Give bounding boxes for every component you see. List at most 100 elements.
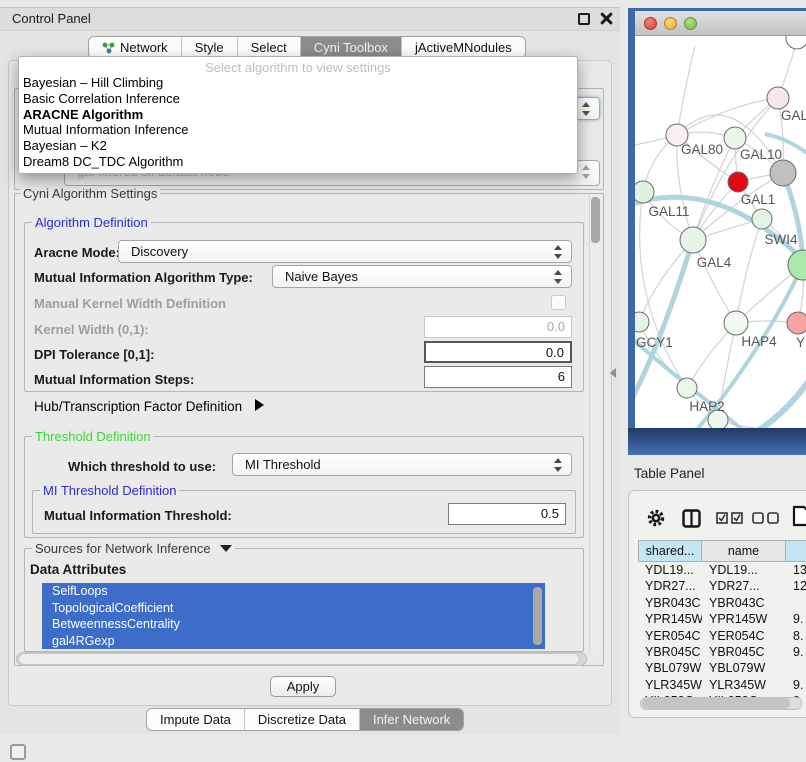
- algorithm-option[interactable]: Dream8 DC_TDC Algorithm: [19, 154, 577, 170]
- hub-definition-expander[interactable]: Hub/Transcription Factor Definition: [34, 399, 264, 414]
- mi-threshold-group-title: MI Threshold Definition: [40, 483, 179, 498]
- network-node[interactable]: [770, 160, 796, 186]
- table-row[interactable]: YBL079WYBL079W: [638, 660, 806, 676]
- which-threshold-value: MI Threshold: [245, 457, 321, 472]
- table-cell: YBR045C: [638, 644, 702, 660]
- data-attribute-item[interactable]: gal4RGexp: [42, 633, 545, 650]
- float-window-icon[interactable]: [578, 13, 590, 25]
- tab-cyni-toolbox[interactable]: Cyni Toolbox: [300, 37, 401, 58]
- table-cell: YBL079W: [638, 660, 702, 676]
- spinner-arrows-icon: [582, 102, 592, 116]
- settings-vertical-scrollbar[interactable]: [589, 195, 602, 652]
- network-node[interactable]: [728, 172, 748, 192]
- table-cell: YER054C: [702, 628, 786, 644]
- tab-style[interactable]: Style: [181, 37, 237, 58]
- table-column-header[interactable]: name: [702, 540, 786, 562]
- dropdown-items: Bayesian – Hill ClimbingBasic Correlatio…: [19, 75, 577, 170]
- mi-steps-label: Mutual Information Steps:: [34, 372, 194, 387]
- select-all-checkboxes-icon[interactable]: [716, 511, 746, 525]
- table-column-header[interactable]: A: [786, 540, 806, 562]
- table-cell: YDR27...: [638, 578, 702, 594]
- table-row[interactable]: YBR043CYBR043C: [638, 595, 806, 611]
- algorithm-option[interactable]: Basic Correlation Inference: [19, 91, 577, 107]
- column-layout-icon[interactable]: [682, 509, 702, 528]
- network-node-label: GAL: [781, 108, 806, 123]
- spinner-arrows-icon: [554, 270, 564, 284]
- network-node[interactable]: [635, 181, 654, 203]
- mi-type-combobox[interactable]: Naive Bayes: [272, 265, 572, 288]
- apply-button[interactable]: Apply: [270, 676, 336, 697]
- manual-kernel-label: Manual Kernel Width Definition: [34, 296, 226, 311]
- network-node[interactable]: [787, 312, 806, 334]
- table-row[interactable]: YPR145WYPR145W9.: [638, 611, 806, 627]
- network-node[interactable]: [724, 311, 748, 335]
- settings-vertical-scrollbar-thumb[interactable]: [591, 197, 600, 243]
- mi-steps-field[interactable]: 6: [424, 366, 572, 388]
- network-icon: [102, 41, 115, 54]
- data-attributes-label: Data Attributes: [30, 562, 126, 577]
- data-attributes-list: SelfLoopsTopologicalCoefficientBetweenne…: [42, 583, 545, 650]
- tab-network[interactable]: Network: [89, 37, 181, 58]
- network-node[interactable]: [677, 378, 697, 398]
- tab-impute-data[interactable]: Impute Data: [147, 709, 244, 730]
- network-node[interactable]: [786, 36, 806, 49]
- dock-grip-icon[interactable]: [10, 744, 26, 760]
- mi-threshold-label: Mutual Information Threshold:: [44, 508, 232, 523]
- algorithm-option[interactable]: Mutual Information Inference: [19, 122, 577, 138]
- network-edge: [639, 240, 693, 322]
- table-column-header[interactable]: shared...: [638, 540, 702, 562]
- network-edge: [640, 192, 687, 388]
- tab-select[interactable]: Select: [237, 37, 300, 58]
- network-node[interactable]: [752, 209, 772, 229]
- zoom-traffic-light-icon[interactable]: [684, 17, 697, 30]
- tab-label: Select: [251, 40, 287, 55]
- network-window-titlebar[interactable]: [635, 11, 806, 36]
- table-cell: YBL079W: [702, 660, 786, 676]
- deselect-all-checkboxes-icon[interactable]: [752, 511, 782, 525]
- table-row[interactable]: YBR045CYBR045C9.: [638, 644, 806, 660]
- table-row[interactable]: YDL19...YDL19...13: [638, 562, 806, 578]
- tab-jactivemnodules[interactable]: jActiveMNodules: [401, 37, 525, 58]
- tab-label: Discretize Data: [258, 712, 346, 727]
- network-edge: [677, 46, 695, 135]
- network-node[interactable]: [635, 312, 649, 332]
- tab-label: jActiveMNodules: [415, 40, 512, 55]
- mi-threshold-field[interactable]: 0.5: [448, 503, 566, 525]
- tab-label: Cyni Toolbox: [314, 40, 388, 55]
- network-node[interactable]: [680, 227, 706, 253]
- algorithm-option[interactable]: Bayesian – K2: [19, 138, 577, 154]
- table-cell: YBR043C: [702, 595, 786, 611]
- table-horizontal-scrollbar-thumb[interactable]: [642, 698, 790, 709]
- table-row[interactable]: YER054CYER054C8.: [638, 628, 806, 644]
- panel-splitter-arrow-icon[interactable]: [610, 368, 616, 378]
- gear-icon[interactable]: [646, 508, 666, 528]
- attributes-scrollbar-thumb[interactable]: [533, 587, 542, 645]
- network-node[interactable]: [767, 87, 789, 109]
- which-threshold-label: Which threshold to use:: [68, 459, 216, 474]
- minimize-traffic-light-icon[interactable]: [664, 17, 677, 30]
- tab-infer-network[interactable]: Infer Network: [359, 709, 463, 730]
- tab-discretize-data[interactable]: Discretize Data: [244, 709, 359, 730]
- kernel-width-field[interactable]: 0.0: [424, 316, 572, 338]
- tab-label: Impute Data: [160, 712, 231, 727]
- network-node[interactable]: [724, 127, 746, 149]
- algorithm-option[interactable]: ARACNE Algorithm: [19, 107, 577, 123]
- threshold-definition-title: Threshold Definition: [32, 429, 154, 444]
- network-canvas[interactable]: GALGAL80GAL10GAL1GAL11SWI4GAL4GCY1HAP4YH…: [635, 36, 806, 428]
- algorithm-option[interactable]: Bayesian – Hill Climbing: [19, 75, 577, 91]
- close-icon[interactable]: [599, 11, 614, 26]
- table-row[interactable]: YDR27...YDR27...12: [638, 578, 806, 594]
- document-icon[interactable]: [792, 505, 806, 527]
- dpi-tolerance-field[interactable]: 0.0: [424, 341, 572, 363]
- settings-horizontal-scrollbar-thumb[interactable]: [18, 653, 580, 665]
- control-panel-titlebar: [0, 7, 620, 31]
- close-traffic-light-icon[interactable]: [644, 17, 657, 30]
- data-attribute-item[interactable]: SelfLoops: [42, 583, 545, 600]
- collapse-arrow-icon[interactable]: [220, 545, 232, 552]
- data-attribute-item[interactable]: TopologicalCoefficient: [42, 600, 545, 617]
- aracne-mode-combobox[interactable]: Discovery: [118, 240, 572, 263]
- table-row[interactable]: YLR345WYLR345W9.: [638, 677, 806, 693]
- data-attribute-item[interactable]: BetweennessCentrality: [42, 616, 545, 633]
- which-threshold-combobox[interactable]: MI Threshold: [232, 453, 572, 476]
- manual-kernel-checkbox[interactable]: [551, 295, 566, 310]
